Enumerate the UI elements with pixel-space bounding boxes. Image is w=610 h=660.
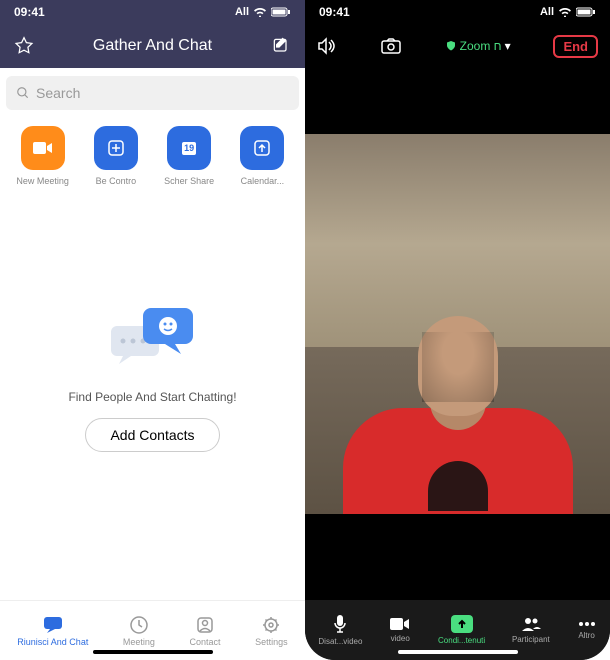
tab-video[interactable]: video: [389, 617, 411, 643]
action-join[interactable]: Be Contro: [81, 126, 151, 186]
end-button[interactable]: End: [553, 35, 598, 58]
home-indicator[interactable]: [93, 650, 213, 654]
video-area[interactable]: [305, 68, 610, 600]
share-up-icon: [253, 139, 271, 157]
action-row: New Meeting Be Contro 19 Scher Share Cal…: [0, 118, 305, 188]
participants-icon: [520, 616, 542, 632]
tab-more[interactable]: Altro: [577, 620, 597, 640]
camera-switch-button[interactable]: [380, 37, 402, 55]
app-header: Gather And Chat: [0, 24, 305, 68]
tab-settings[interactable]: Settings: [255, 615, 288, 647]
zoom-indicator[interactable]: Zoom ח ▾: [445, 39, 511, 53]
status-time: 09:41: [319, 5, 350, 19]
chat-icon: [42, 615, 64, 635]
video-icon: [389, 617, 411, 631]
status-indicators: All: [540, 6, 596, 18]
left-phone-home: 09:41 All Gather And Chat Search New Mee…: [0, 0, 305, 660]
home-indicator[interactable]: [398, 650, 518, 654]
share-up-icon: [456, 618, 468, 630]
compose-icon[interactable]: [271, 36, 291, 56]
tab-participants[interactable]: Participant: [512, 616, 550, 644]
action-new-meeting[interactable]: New Meeting: [8, 126, 78, 186]
tab-meet-chat[interactable]: Riunisci And Chat: [17, 615, 88, 647]
chat-illustration: [103, 296, 203, 376]
tab-share[interactable]: Condi...tenuti: [438, 615, 485, 645]
tab-contact[interactable]: Contact: [190, 615, 221, 647]
action-schedule[interactable]: 19 Scher Share: [154, 126, 224, 186]
status-bar: 09:41 All: [305, 0, 610, 24]
speaker-button[interactable]: [317, 37, 337, 55]
action-share[interactable]: Calendar...: [227, 126, 297, 186]
shield-check-icon: [445, 40, 457, 52]
more-icon: [577, 620, 597, 628]
status-time: 09:41: [14, 5, 45, 19]
video-icon: [32, 140, 54, 156]
empty-state: Find People And Start Chatting! Add Cont…: [0, 188, 305, 600]
call-top-bar: Zoom ח ▾ End: [305, 24, 610, 68]
search-icon: [16, 86, 30, 100]
add-contacts-button[interactable]: Add Contacts: [85, 418, 219, 452]
battery-icon: [271, 7, 291, 17]
mic-icon: [332, 614, 348, 634]
wifi-icon: [253, 7, 267, 17]
gear-icon: [261, 615, 281, 635]
empty-text: Find People And Start Chatting!: [68, 390, 236, 404]
battery-icon: [576, 7, 596, 17]
search-placeholder: Search: [36, 85, 80, 101]
status-bar: 09:41 All: [0, 0, 305, 24]
right-phone-call: 09:41 All Zoom ח ▾ End Disat...video vid…: [305, 0, 610, 660]
header-title: Gather And Chat: [93, 37, 212, 55]
status-indicators: All: [235, 6, 291, 18]
plus-icon: [107, 139, 125, 157]
contact-icon: [195, 615, 215, 635]
search-input[interactable]: Search: [6, 76, 299, 110]
clock-icon: [129, 615, 149, 635]
video-feed: [305, 134, 610, 514]
wifi-icon: [558, 7, 572, 17]
tab-mute[interactable]: Disat...video: [318, 614, 362, 646]
tab-meeting[interactable]: Meeting: [123, 615, 155, 647]
star-icon[interactable]: [14, 36, 34, 56]
